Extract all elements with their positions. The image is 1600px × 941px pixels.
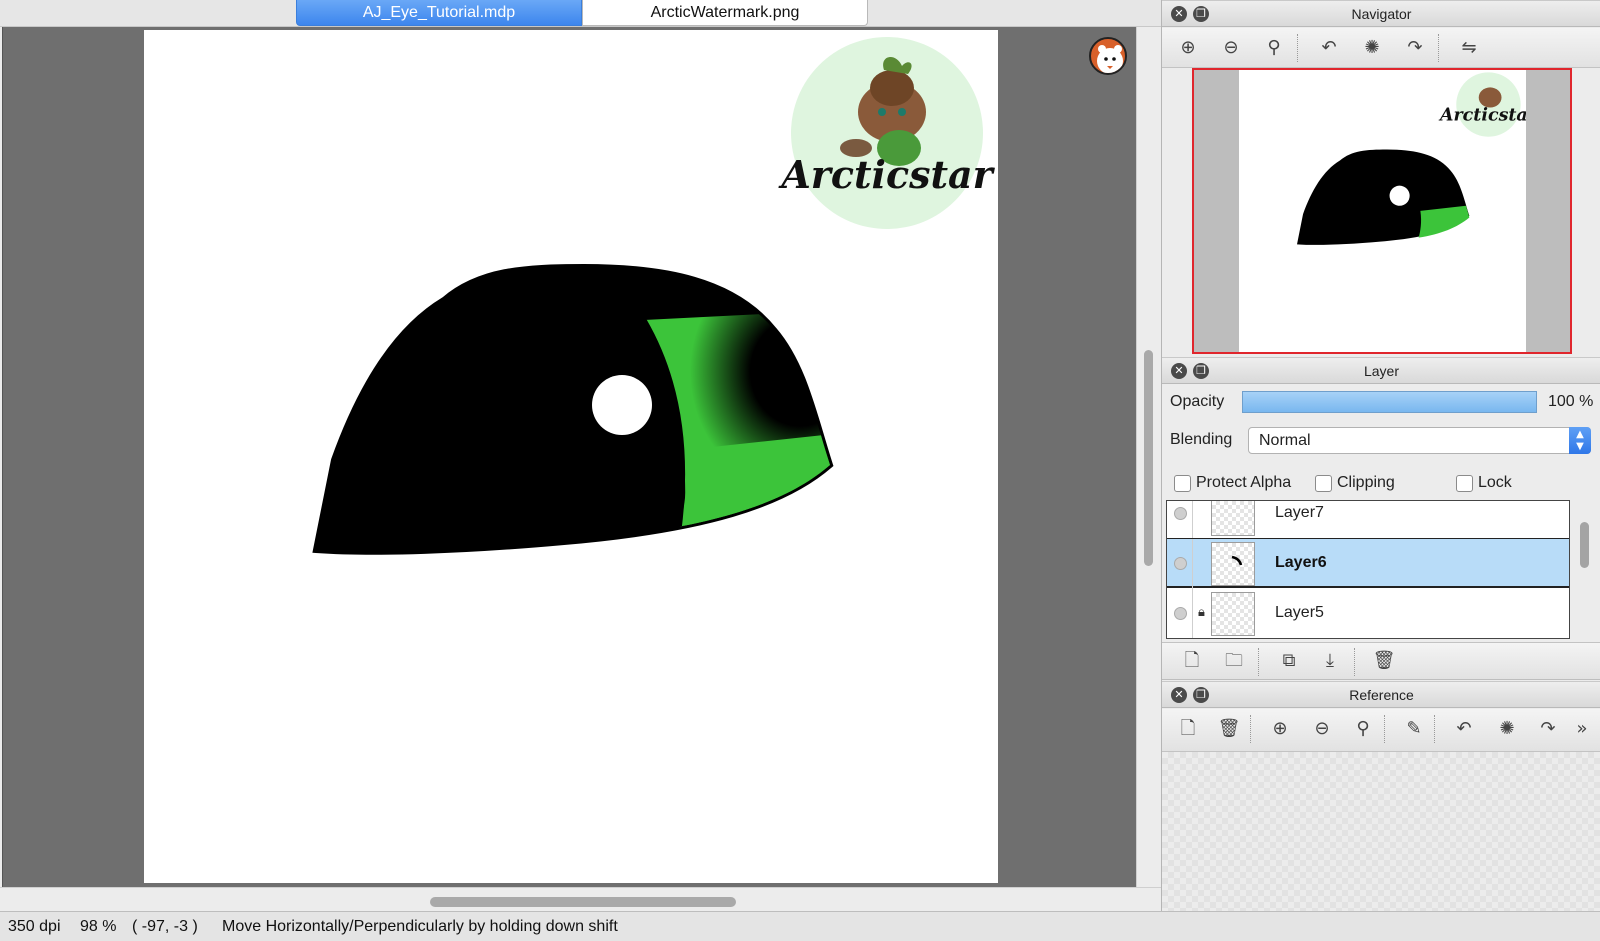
rotate-left-icon[interactable]: ↶ bbox=[1452, 718, 1476, 740]
clipping-checkbox[interactable] bbox=[1315, 475, 1332, 492]
more-icon[interactable]: » bbox=[1570, 718, 1594, 740]
layer-title: Layer bbox=[1363, 363, 1400, 379]
lock-checkbox[interactable] bbox=[1456, 475, 1473, 492]
status-bar: 350 dpi 98 % ( -97, -3 ) Move Horizontal… bbox=[0, 911, 1600, 941]
blending-value: Normal bbox=[1259, 432, 1311, 449]
new-icon[interactable]: 🗋︎ bbox=[1176, 718, 1200, 740]
layer-thumbnail bbox=[1211, 542, 1255, 586]
eye-highlight bbox=[592, 375, 652, 435]
rotate-right-icon[interactable]: ↷ bbox=[1536, 718, 1560, 740]
reference-toolbar: 🗋︎ 🗑︎ ⊕ ⊖ ⚲ ✎ ↶ ✺ ↷ » bbox=[1162, 709, 1600, 752]
navigator-header: ✕ ❐ Navigator bbox=[1162, 0, 1600, 27]
rotate-left-icon[interactable]: ↶ bbox=[1317, 37, 1341, 59]
new-layer-icon[interactable]: 🗋︎ bbox=[1180, 650, 1204, 672]
status-coords: ( -97, -3 ) bbox=[132, 918, 198, 935]
layer-name: Layer5 bbox=[1275, 604, 1324, 621]
lock-label: Lock bbox=[1478, 474, 1512, 491]
layer-row-layer5[interactable]: 🔒︎ Layer5 bbox=[1167, 589, 1569, 638]
layer-list: Layer7 Layer6 🔒︎ Layer5 bbox=[1166, 500, 1570, 639]
vertical-scroll-thumb[interactable] bbox=[1144, 350, 1153, 566]
layer-header: ✕ ❐ Layer bbox=[1162, 357, 1600, 384]
blending-label: Blending bbox=[1170, 431, 1233, 448]
watermark-text: Arcticstar bbox=[778, 152, 995, 197]
drawing-canvas[interactable]: Arcticstar bbox=[144, 30, 998, 883]
rotate-reset-icon[interactable]: ✺ bbox=[1360, 37, 1384, 59]
navigator-title: Navigator bbox=[1351, 6, 1412, 22]
visibility-toggle-icon[interactable] bbox=[1174, 507, 1187, 520]
layer-list-scrollbar[interactable] bbox=[1580, 522, 1589, 568]
blending-select[interactable]: Normal ▲ ▼ bbox=[1248, 427, 1591, 454]
protect-alpha-label: Protect Alpha bbox=[1196, 474, 1292, 491]
visibility-toggle-icon[interactable] bbox=[1174, 607, 1187, 620]
watermark-logo: Arcticstar bbox=[778, 37, 996, 229]
reference-title: Reference bbox=[1349, 687, 1414, 703]
zoom-out-icon[interactable]: ⊖ bbox=[1310, 718, 1334, 740]
eye-drawing bbox=[312, 263, 834, 555]
zoom-in-icon[interactable]: ⊕ bbox=[1268, 718, 1292, 740]
clipping-label: Clipping bbox=[1337, 474, 1395, 491]
navigator-canvas-thumb: Arcticstar bbox=[1239, 70, 1539, 352]
user-avatar[interactable] bbox=[1089, 37, 1127, 75]
reference-area[interactable] bbox=[1162, 752, 1600, 911]
flip-icon[interactable]: ⇋ bbox=[1457, 37, 1481, 59]
rotate-right-icon[interactable]: ↷ bbox=[1403, 37, 1427, 59]
delete-layer-icon[interactable]: 🗑︎ bbox=[1372, 650, 1396, 672]
status-dpi: 350 dpi bbox=[8, 918, 61, 935]
zoom-in-icon[interactable]: ⊕ bbox=[1176, 37, 1200, 59]
layer-row-layer6[interactable]: Layer6 bbox=[1167, 538, 1569, 589]
visibility-toggle-icon[interactable] bbox=[1174, 557, 1187, 570]
status-message: Move Horizontally/Perpendicularly by hol… bbox=[222, 918, 618, 935]
navigator-preview[interactable]: Arcticstar bbox=[1192, 68, 1572, 354]
layer-toolbar: 🗋︎ 🗀︎ ⧉ ⤓ 🗑︎ bbox=[1162, 642, 1600, 680]
chevron-updown-icon: ▲ ▼ bbox=[1569, 427, 1591, 454]
canvas-workspace[interactable]: Arcticstar bbox=[2, 27, 1136, 887]
opacity-value: 100 % bbox=[1548, 393, 1594, 410]
document-tab-bar: AJ_Eye_Tutorial.mdp ArcticWatermark.png bbox=[0, 0, 1161, 27]
layer-name: Layer7 bbox=[1275, 504, 1324, 521]
tab-aj-eye-tutorial[interactable]: AJ_Eye_Tutorial.mdp bbox=[296, 0, 582, 26]
rotate-reset-icon[interactable]: ✺ bbox=[1495, 718, 1519, 740]
new-folder-icon[interactable]: 🗀︎ bbox=[1222, 650, 1246, 672]
layer-name: Layer6 bbox=[1275, 554, 1327, 571]
duplicate-layer-icon[interactable]: ⧉ bbox=[1277, 650, 1301, 672]
zoom-reset-icon[interactable]: ⚲ bbox=[1262, 37, 1286, 59]
opacity-label: Opacity bbox=[1170, 393, 1225, 410]
layer-thumbnail bbox=[1211, 592, 1255, 636]
opacity-slider[interactable] bbox=[1242, 391, 1537, 413]
zoom-reset-icon[interactable]: ⚲ bbox=[1351, 718, 1375, 740]
merge-down-icon[interactable]: ⤓ bbox=[1318, 650, 1342, 672]
status-zoom: 98 % bbox=[80, 918, 117, 935]
zoom-out-icon[interactable]: ⊖ bbox=[1219, 37, 1243, 59]
protect-alpha-checkbox[interactable] bbox=[1174, 475, 1191, 492]
navigator-watermark-text: Arcticstar bbox=[1438, 105, 1526, 125]
layer-thumbnail bbox=[1211, 501, 1255, 536]
layer-row-layer7[interactable]: Layer7 bbox=[1167, 501, 1569, 539]
tab-arctic-watermark[interactable]: ArcticWatermark.png bbox=[582, 0, 868, 26]
navigator-toolbar: ⊕ ⊖ ⚲ ↶ ✺ ↷ ⇋ bbox=[1162, 28, 1600, 68]
delete-icon[interactable]: 🗑︎ bbox=[1217, 718, 1241, 740]
horizontal-scroll-thumb[interactable] bbox=[430, 897, 736, 907]
eyedropper-icon[interactable]: ✎ bbox=[1402, 718, 1426, 740]
right-panel: ✕ ❐ Navigator ⊕ ⊖ ⚲ ↶ ✺ ↷ ⇋ Arcticstar ✕… bbox=[1161, 0, 1600, 911]
artwork: Arcticstar bbox=[312, 37, 996, 555]
reference-header: ✕ ❐ Reference bbox=[1162, 681, 1600, 708]
lock-icon: 🔒︎ bbox=[1198, 605, 1205, 620]
